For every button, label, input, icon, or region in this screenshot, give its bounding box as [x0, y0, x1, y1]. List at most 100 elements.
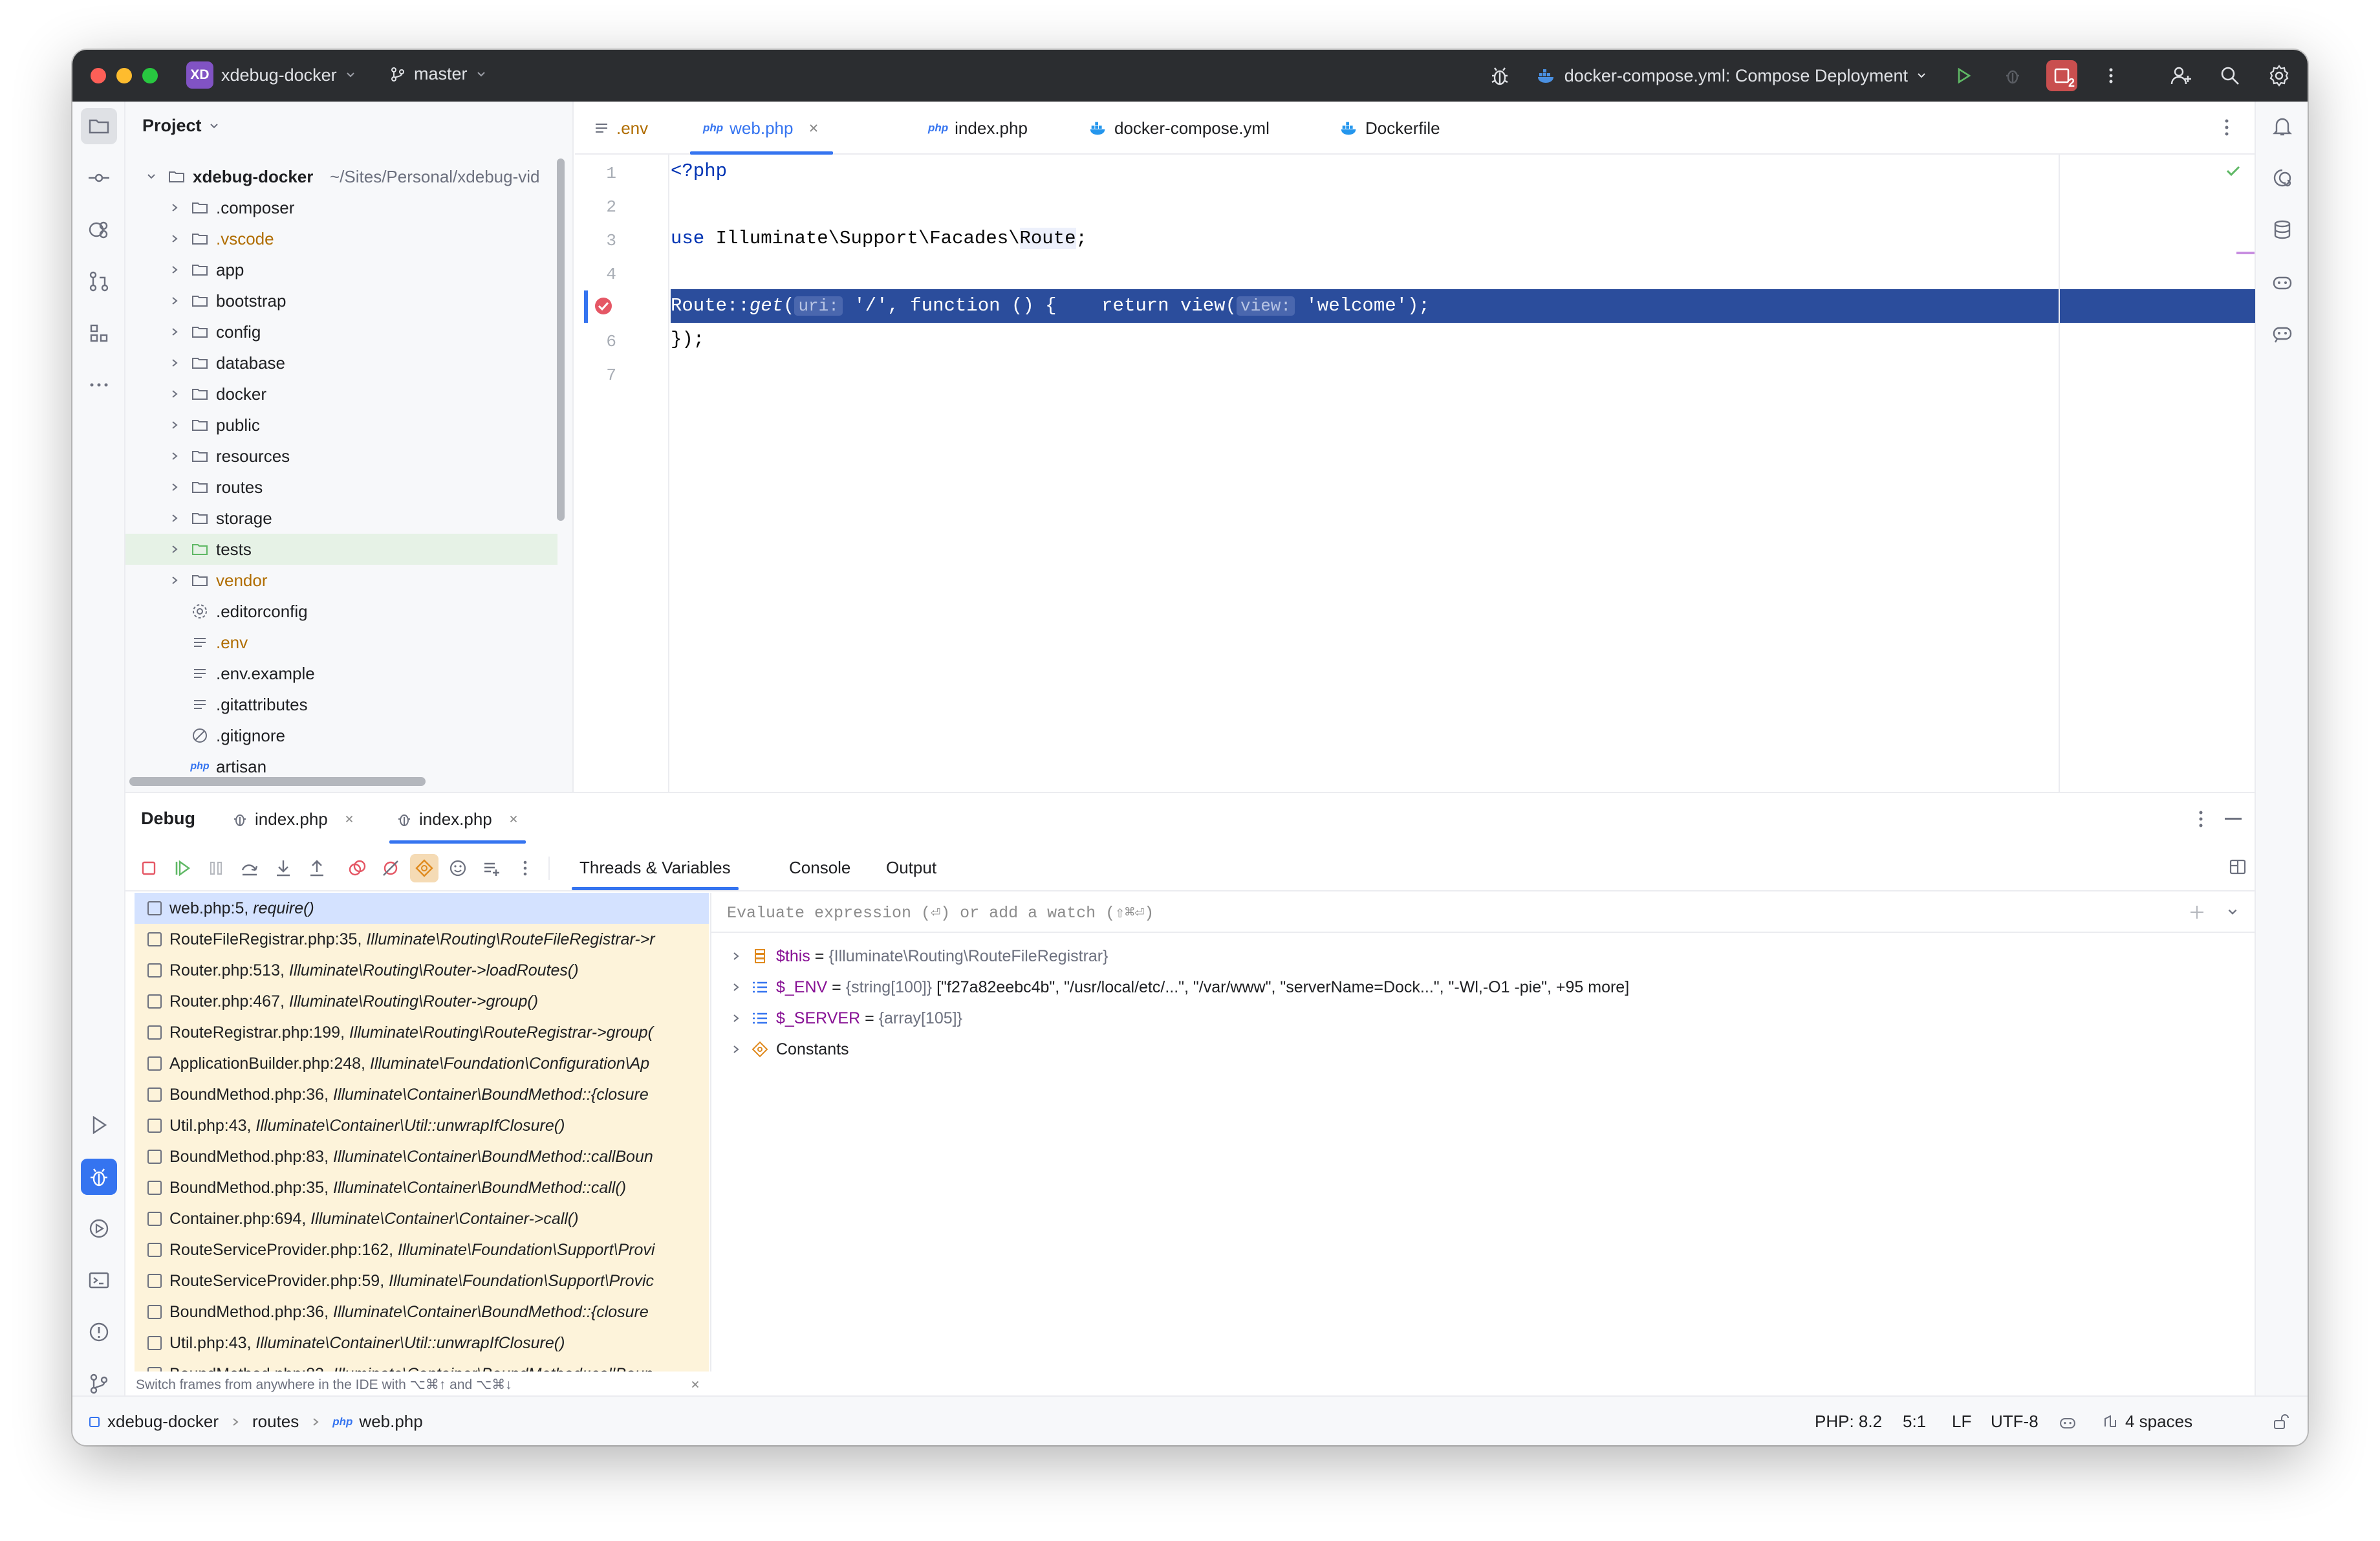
tab-dockerfile[interactable]: Dockerfile	[1339, 102, 1440, 155]
minimize-panel-icon[interactable]	[2225, 818, 2242, 820]
chevron-right-icon[interactable]	[168, 481, 181, 494]
tab-docker-compose[interactable]: docker-compose.yml	[1088, 102, 1270, 155]
run-config-selector[interactable]: docker-compose.yml: Compose Deployment	[1536, 65, 1927, 86]
chevron-right-icon[interactable]	[731, 1040, 741, 1059]
chevron-right-icon[interactable]	[731, 947, 741, 966]
close-window-button[interactable]	[91, 68, 106, 83]
structure-tool-button[interactable]	[81, 315, 117, 351]
debug-more-button[interactable]	[2191, 806, 2211, 835]
breakpoint-icon[interactable]	[593, 296, 614, 316]
problems-tool-button[interactable]	[81, 1314, 117, 1350]
php-version[interactable]: PHP: 8.2	[1815, 1397, 1882, 1445]
chevron-down-icon[interactable]	[2226, 906, 2239, 919]
tree-item[interactable]: bootstrap	[125, 285, 557, 316]
tree-item[interactable]: database	[125, 347, 557, 378]
breadcrumb-folder[interactable]: routes	[252, 1412, 299, 1432]
tab-output[interactable]: Output	[886, 845, 936, 890]
chevron-right-icon[interactable]	[168, 294, 181, 307]
debug-listen-button[interactable]	[1484, 60, 1515, 91]
chevron-right-icon[interactable]	[168, 232, 181, 245]
stack-frame[interactable]: BoundMethod.php:83, Illuminate\Container…	[135, 1359, 709, 1372]
stack-frame[interactable]: BoundMethod.php:36, Illuminate\Container…	[135, 1079, 709, 1110]
copilot-button[interactable]	[2264, 263, 2300, 300]
pause-button[interactable]	[202, 854, 230, 882]
tree-item[interactable]: .composer	[125, 192, 557, 223]
debug-session-tab-2[interactable]: index.php	[389, 793, 526, 845]
tab-threads-variables[interactable]: Threads & Variables	[572, 845, 739, 890]
breadcrumb-file[interactable]: web.php	[359, 1412, 422, 1432]
breadcrumb-project[interactable]: xdebug-docker	[107, 1412, 219, 1432]
chevron-right-icon[interactable]	[731, 978, 741, 997]
stack-frame[interactable]: RouteRegistrar.php:199, Illuminate\Routi…	[135, 1017, 709, 1048]
add-watch-button[interactable]	[477, 854, 506, 882]
notifications-button[interactable]	[2264, 108, 2300, 144]
project-panel-header[interactable]: Project	[142, 116, 220, 136]
chevron-right-icon[interactable]	[168, 450, 181, 463]
tree-item[interactable]: .gitignore	[125, 720, 557, 751]
break-at-first-line-button[interactable]	[410, 854, 438, 882]
run-tool-button[interactable]	[81, 1107, 117, 1143]
stack-frame[interactable]: RouteServiceProvider.php:59, Illuminate\…	[135, 1265, 709, 1296]
stack-frame[interactable]: Util.php:43, Illuminate\Container\Util::…	[135, 1110, 709, 1141]
step-over-button[interactable]	[235, 854, 264, 882]
tree-item[interactable]: .env	[125, 627, 557, 658]
chevron-right-icon[interactable]	[168, 325, 181, 338]
project-tool-button[interactable]	[81, 108, 117, 144]
tree-item[interactable]: storage	[125, 503, 557, 534]
more-tools-button[interactable]	[81, 367, 117, 403]
debug-session-tab-1[interactable]: index.php	[232, 793, 355, 845]
chevron-right-icon[interactable]	[168, 543, 181, 556]
copilot-chat-button[interactable]	[2264, 315, 2300, 351]
tree-item[interactable]: tests	[125, 534, 557, 565]
line-separator[interactable]: LF	[1952, 1397, 1971, 1445]
ai-assistant-button[interactable]	[2264, 160, 2300, 196]
copilot-status[interactable]	[2058, 1397, 2077, 1445]
more-actions-button[interactable]	[2095, 60, 2126, 91]
stack-frame[interactable]: Container.php:694, Illuminate\Container\…	[135, 1203, 709, 1234]
tab-env[interactable]: .env	[593, 102, 648, 155]
run-button[interactable]	[1948, 60, 1979, 91]
stack-frame[interactable]: RouteServiceProvider.php:162, Illuminate…	[135, 1234, 709, 1265]
add-watch-icon[interactable]	[2187, 902, 2207, 922]
stack-frame[interactable]: Util.php:43, Illuminate\Container\Util::…	[135, 1328, 709, 1359]
debug-tool-button[interactable]	[81, 1159, 117, 1195]
close-tab-icon[interactable]	[343, 813, 355, 825]
chevron-right-icon[interactable]	[731, 1009, 741, 1028]
chevron-right-icon[interactable]	[168, 388, 181, 400]
line-gutter[interactable]: 1 2 3 4 6 7	[575, 155, 669, 792]
stack-frame[interactable]: Router.php:467, Illuminate\Routing\Route…	[135, 986, 709, 1017]
mute-breakpoints-button[interactable]	[376, 854, 405, 882]
cursor-position[interactable]: 5:1	[1903, 1397, 1926, 1445]
layout-settings-button[interactable]	[2227, 857, 2248, 880]
close-tab-icon[interactable]	[508, 813, 519, 825]
tree-item[interactable]: .vscode	[125, 223, 557, 254]
tab-web-php[interactable]: php web.php	[690, 102, 834, 155]
stack-frames-list[interactable]: web.php:5, require() RouteFileRegistrar.p…	[135, 893, 709, 1372]
stack-frame[interactable]: ApplicationBuilder.php:248, Illuminate\F…	[135, 1048, 709, 1079]
chevron-right-icon[interactable]	[168, 263, 181, 276]
readonly-toggle[interactable]	[2271, 1397, 2289, 1445]
project-vertical-scrollbar[interactable]	[557, 158, 565, 521]
inspection-ok-icon[interactable]	[2223, 161, 2243, 184]
branch-switcher[interactable]: master	[389, 64, 487, 84]
stack-frame[interactable]: BoundMethod.php:35, Illuminate\Container…	[135, 1172, 709, 1203]
debug-toolbar-more-button[interactable]	[511, 854, 539, 882]
tree-item[interactable]: public	[125, 410, 557, 441]
stack-frame[interactable]: Router.php:513, Illuminate\Routing\Route…	[135, 955, 709, 986]
settings-button[interactable]	[2264, 60, 2295, 91]
services-tool-button[interactable]	[81, 1210, 117, 1247]
indent-settings[interactable]: 4 spaces	[2102, 1397, 2192, 1445]
stack-frame[interactable]: BoundMethod.php:83, Illuminate\Container…	[135, 1141, 709, 1172]
chevron-right-icon[interactable]	[168, 419, 181, 432]
debug-button[interactable]	[1997, 60, 2028, 91]
step-into-button[interactable]	[269, 854, 298, 882]
database-button[interactable]	[2264, 212, 2300, 248]
tree-item[interactable]: config	[125, 316, 557, 347]
tree-item[interactable]: vendor	[125, 565, 557, 596]
project-horizontal-scrollbar[interactable]	[129, 777, 426, 786]
tree-item[interactable]: .env.example	[125, 658, 557, 689]
stack-frame[interactable]: RouteFileRegistrar.php:35, Illuminate\Ro…	[135, 924, 709, 955]
view-breakpoints-button[interactable]	[343, 854, 371, 882]
evaluate-expression-input[interactable]: Evaluate expression (⏎) or add a watch (…	[711, 893, 2255, 933]
tree-item[interactable]: resources	[125, 441, 557, 472]
